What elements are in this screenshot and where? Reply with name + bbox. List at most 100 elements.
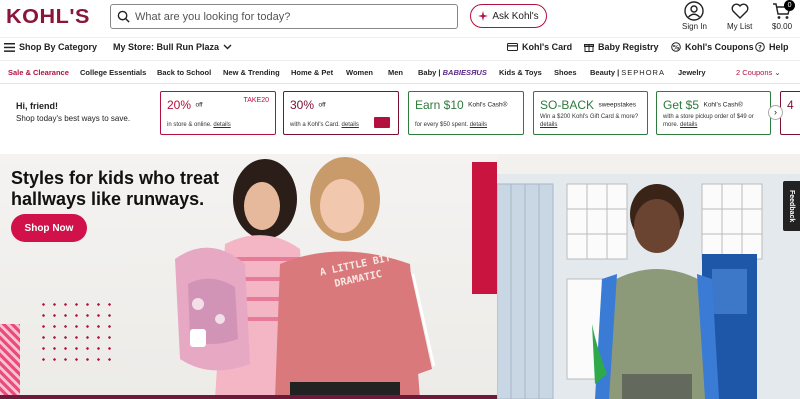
promo-headline: Get $5	[663, 98, 700, 112]
promo-details-link[interactable]: details	[342, 122, 359, 128]
cart-total: $0.00	[772, 22, 793, 31]
kohls-coupons-link[interactable]: % Kohl's Coupons	[671, 42, 754, 52]
sephora-logo: SEPHORA	[621, 68, 665, 77]
promo-description: Win a $200 Kohl's Gift Card & more? deta…	[540, 114, 639, 128]
promo-card-sweepstakes[interactable]: SO-BACK sweepstakes Win a $200 Kohl's Gi…	[533, 91, 648, 135]
baby-registry-label: Baby Registry	[598, 42, 659, 52]
category-men[interactable]: Men	[388, 68, 403, 77]
promo-description: with a Kohl's Card. details	[290, 122, 359, 128]
promo-subhead: Kohl's Cash®	[468, 101, 508, 109]
category-beauty-label: Beauty	[590, 68, 616, 77]
category-college-essentials[interactable]: College Essentials	[80, 68, 146, 77]
promo-subhead: Kohl's Cash®	[703, 101, 743, 109]
promo-card-store-pickup[interactable]: Get $5 Kohl's Cash® with a store pickup …	[656, 91, 771, 135]
promo-headline: 20%	[167, 98, 192, 112]
category-shoes[interactable]: Shoes	[554, 68, 577, 77]
promo-headline: Earn $10	[415, 98, 464, 112]
baby-registry-link[interactable]: Baby Registry	[584, 42, 659, 52]
promo-headline: SO-BACK	[540, 98, 595, 112]
kohls-logo[interactable]: KOHL'S	[6, 6, 90, 29]
promo-card-partial[interactable]: 4	[780, 91, 800, 135]
promo-description: in store & online. details	[167, 122, 231, 128]
sparkle-icon	[478, 11, 489, 21]
greeting-subtitle: Shop today's best ways to save.	[16, 114, 131, 123]
promo-code: TAKE20	[243, 97, 269, 104]
cart-count-badge: 0	[784, 0, 796, 11]
promo-headline: 4	[787, 98, 794, 112]
category-beauty-sephora[interactable]: Beauty | SEPHORA	[590, 68, 665, 77]
category-women[interactable]: Women	[346, 68, 373, 77]
ask-kohls-label: Ask Kohl's	[492, 10, 539, 22]
sign-in-button[interactable]: Sign In	[682, 1, 707, 31]
category-baby[interactable]: Baby | BABIESЯUS	[418, 68, 487, 77]
coupons-count-label: 2 Coupons	[736, 68, 773, 77]
feedback-tab[interactable]: Feedback	[783, 181, 800, 231]
school-hallway-illustration	[496, 174, 800, 399]
coupons-dropdown[interactable]: 2 Coupons ⌄	[736, 68, 781, 77]
promo-subhead: off	[318, 101, 326, 109]
promo-details-link[interactable]: details	[470, 122, 487, 128]
category-sale-clearance[interactable]: Sale & Clearance	[8, 68, 69, 77]
sign-in-label: Sign In	[682, 22, 707, 31]
kohls-card-label: Kohl's Card	[522, 42, 573, 52]
promo-subhead: sweepstakes	[598, 101, 637, 109]
category-back-to-school[interactable]: Back to School	[157, 68, 211, 77]
search-input[interactable]	[135, 10, 435, 23]
promo-card-30-off[interactable]: 30% off with a Kohl's Card. details	[283, 91, 399, 135]
promo-details-link[interactable]: details	[680, 122, 697, 128]
promo-details-link[interactable]: details	[213, 122, 230, 128]
coupon-icon: %	[671, 42, 681, 52]
kohls-card-link[interactable]: Kohl's Card	[507, 42, 572, 52]
category-new-trending[interactable]: New & Trending	[223, 68, 280, 77]
promo-headline: 30%	[290, 98, 315, 112]
my-store-label: My Store: Bull Run Plaza	[113, 42, 220, 52]
category-kids-toys[interactable]: Kids & Toys	[499, 68, 542, 77]
decorative-dots	[38, 299, 118, 369]
cart-button[interactable]: $0.00 0	[772, 0, 796, 31]
category-home-pet[interactable]: Home & Pet	[291, 68, 333, 77]
top-header: KOHL'S Ask Kohl's Sign In My List $0.00 …	[0, 0, 800, 36]
shop-now-button[interactable]: Shop Now	[11, 214, 87, 242]
account-icon	[684, 1, 705, 21]
decorative-stripe	[0, 324, 20, 399]
help-label: Help	[769, 42, 789, 52]
kohls-coupons-label: Kohl's Coupons	[685, 42, 754, 52]
help-link[interactable]: ? Help	[755, 42, 789, 52]
category-jewelry[interactable]: Jewelry	[678, 68, 706, 77]
category-nav: Sale & Clearance College Essentials Back…	[0, 60, 800, 84]
promo-details-link[interactable]: details	[540, 122, 557, 128]
promo-next-arrow[interactable]: ›	[768, 105, 783, 120]
hero-headline: Styles for kids who treat hallways like …	[11, 168, 219, 210]
category-baby-label: Baby	[418, 68, 437, 77]
promo-description: for every $50 spent. details	[415, 122, 488, 128]
promo-card-20-off[interactable]: 20% off TAKE20 in store & online. detail…	[160, 91, 276, 135]
hero-banner[interactable]: A LITTLE BIT DRAMATIC Styles for kids wh…	[0, 154, 800, 399]
promo-card-kohls-cash[interactable]: Earn $10 Kohl's Cash® for every $50 spen…	[408, 91, 524, 135]
my-list-button[interactable]: My List	[727, 1, 752, 31]
hero-headline-line1: Styles for kids who treat	[11, 168, 220, 188]
shop-by-category-button[interactable]: Shop By Category	[4, 42, 97, 52]
hero-headline-line2: hallways like runways.	[11, 189, 205, 209]
chevron-right-icon: ›	[774, 107, 777, 117]
my-list-label: My List	[727, 22, 753, 31]
search-box[interactable]	[110, 4, 458, 29]
greeting-title: Hi, friend!	[16, 101, 58, 111]
svg-text:%: %	[673, 44, 680, 52]
promo-subhead: off	[195, 101, 203, 109]
heart-icon	[731, 3, 749, 19]
search-icon	[117, 10, 130, 23]
gift-icon	[584, 44, 594, 52]
decorative-red-block	[472, 162, 497, 294]
svg-text:?: ?	[758, 44, 762, 52]
my-store-button[interactable]: My Store: Bull Run Plaza	[113, 42, 232, 52]
chevron-down-icon: ⌄	[774, 68, 781, 77]
credit-card-icon	[507, 43, 518, 51]
promo-description: with a store pickup order of $49 or more…	[663, 114, 754, 128]
chevron-down-icon	[223, 44, 232, 50]
ask-kohls-button[interactable]: Ask Kohl's	[470, 4, 547, 28]
shop-by-category-label: Shop By Category	[19, 42, 98, 52]
help-icon: ?	[755, 42, 765, 52]
kohls-card-image	[374, 117, 390, 128]
decorative-band	[0, 395, 497, 399]
babiesrus-logo: BABIESЯUS	[442, 68, 487, 77]
